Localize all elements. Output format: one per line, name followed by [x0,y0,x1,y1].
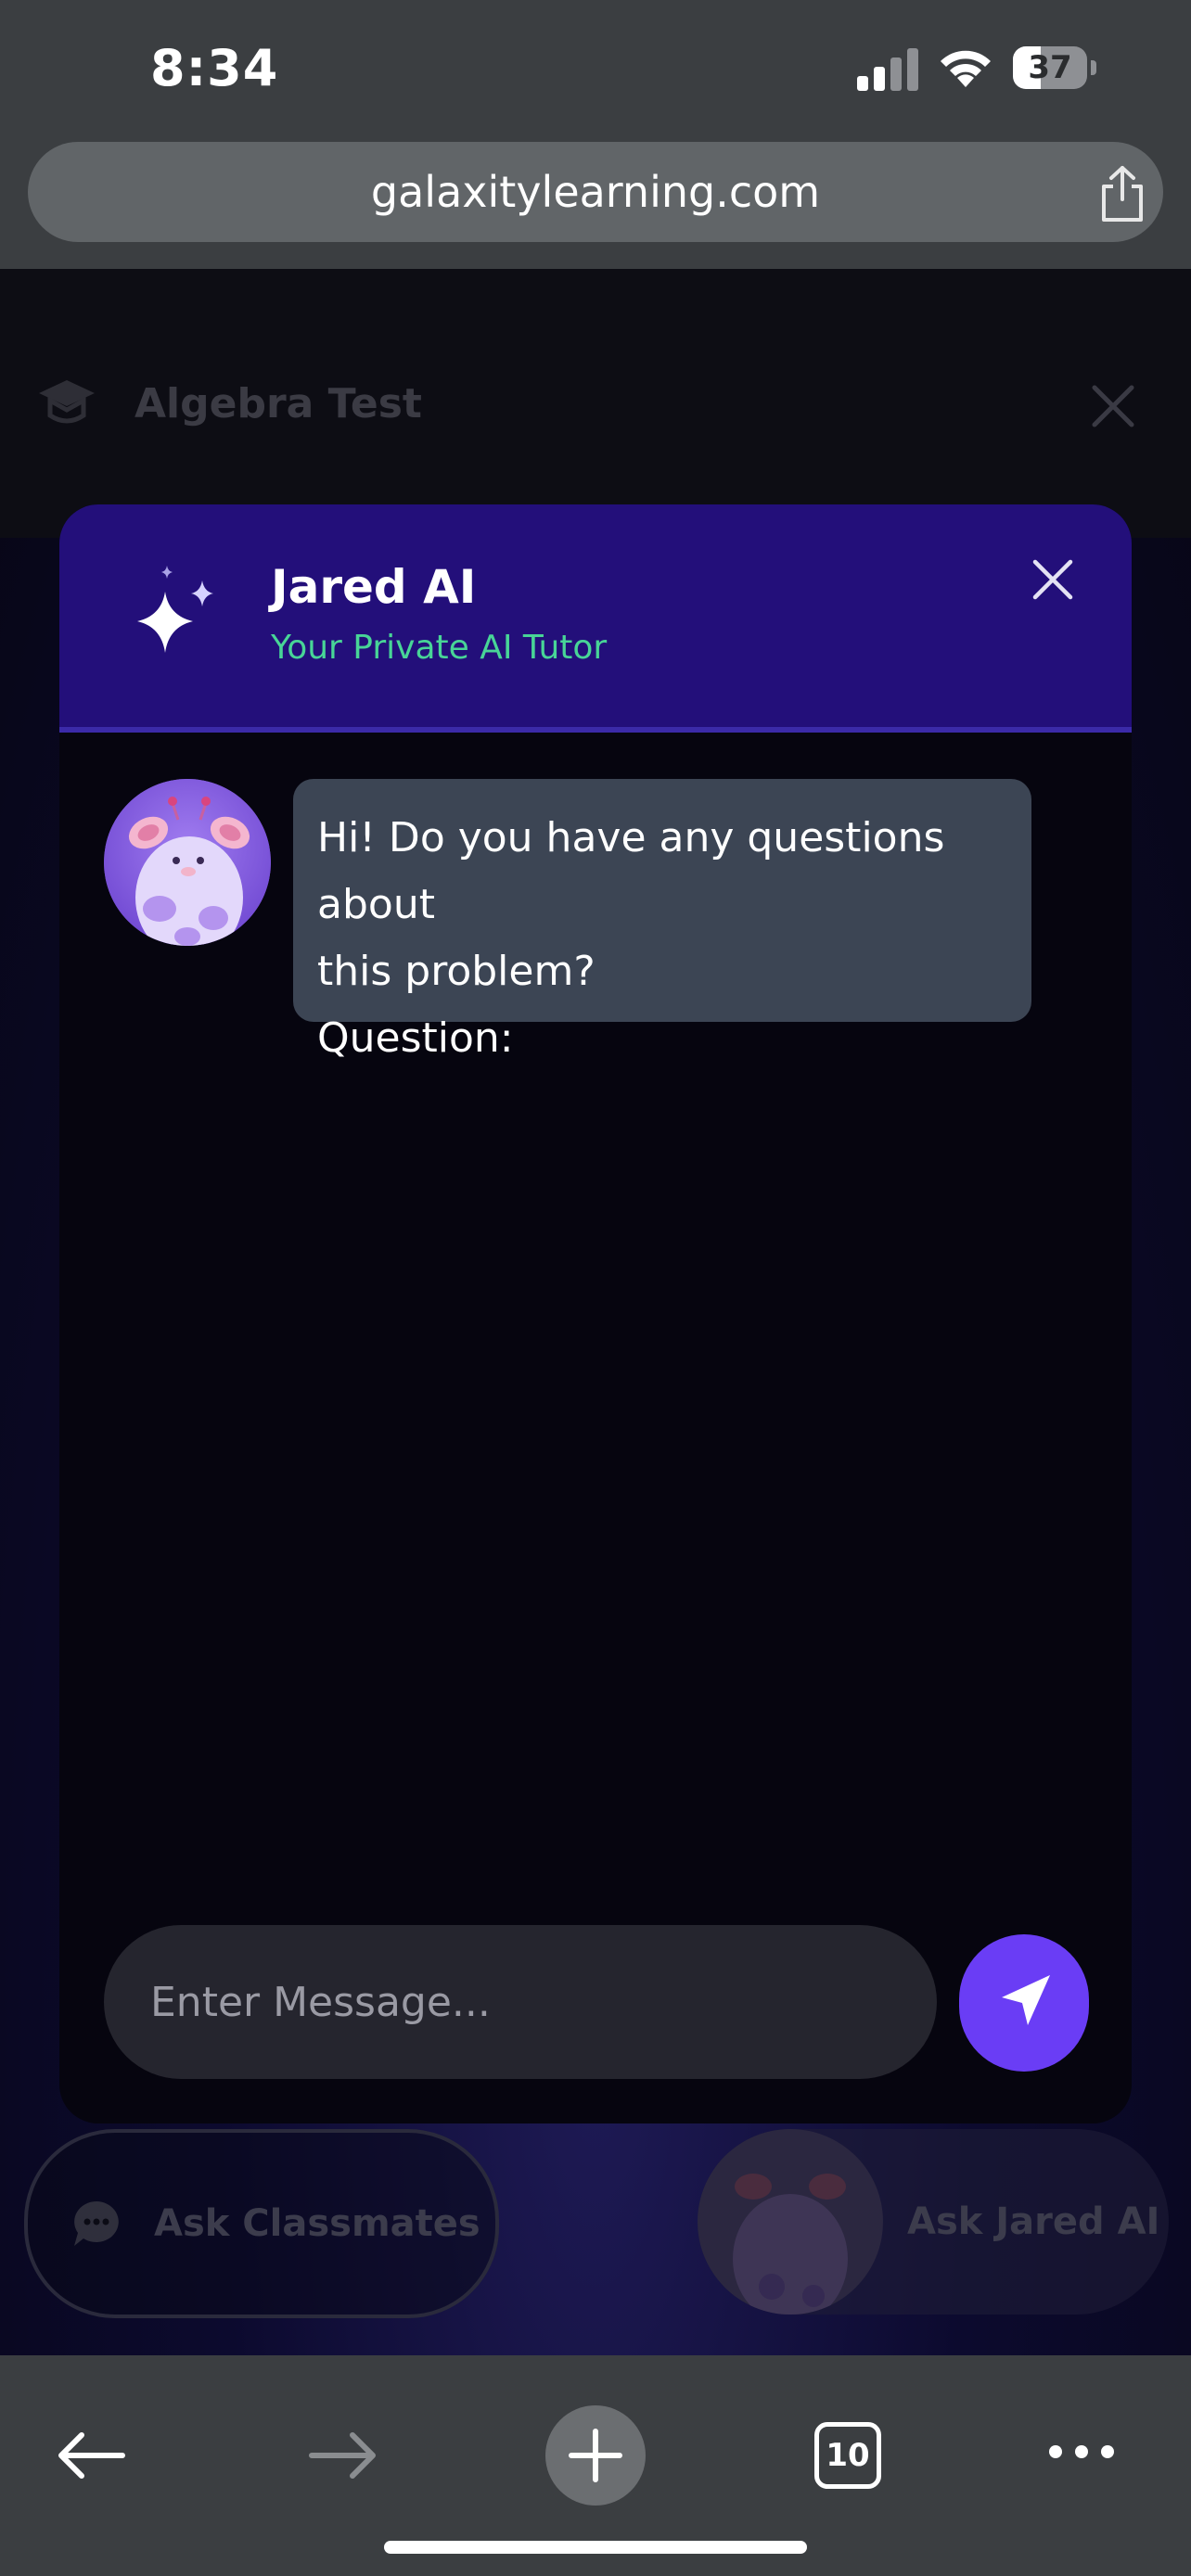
home-indicator [384,2541,807,2554]
browser-address-area: galaxitylearning.com [0,134,1191,269]
send-icon [1002,1975,1050,2025]
new-tab-button[interactable] [545,2405,646,2506]
signal-icon [857,48,918,91]
chat-bubble-icon [74,2201,119,2246]
message-line: Hi! Do you have any questions about [317,814,945,928]
page-title: Algebra Test [134,380,422,427]
ask-jared-button[interactable]: Ask Jared AI [698,2129,1169,2315]
message-input[interactable] [104,1925,937,2079]
tabs-button[interactable]: 10 [814,2422,881,2489]
close-icon[interactable] [1087,380,1139,432]
forward-arrow-icon[interactable] [306,2428,380,2483]
page-header: Algebra Test [0,269,1191,538]
battery-level: 37 [1028,49,1072,86]
clock: 8:34 [150,39,279,97]
ask-jared-label: Ask Jared AI [907,2200,1160,2243]
send-button[interactable] [959,1934,1089,2072]
url-text[interactable]: galaxitylearning.com [28,142,1163,242]
chat-header: Jared AI Your Private AI Tutor [59,504,1132,733]
close-icon[interactable] [1030,556,1076,603]
ask-classmates-label: Ask Classmates [154,2202,480,2245]
battery-icon: 37 [1013,46,1098,89]
jared-avatar-small [698,2129,883,2315]
share-icon[interactable] [1095,164,1150,223]
plus-icon [569,2429,622,2482]
status-bar: 8:34 37 [0,0,1191,134]
message-line: this problem? [317,948,596,995]
chat-message-bubble: Hi! Do you have any questions about this… [293,779,1031,1062]
more-icon[interactable] [1046,2441,1117,2463]
back-arrow-icon[interactable] [54,2428,128,2483]
graduation-cap-icon [39,380,95,424]
message-line: Question: [317,1014,514,1062]
jared-avatar [104,779,271,946]
ask-classmates-button[interactable]: Ask Classmates [24,2129,499,2318]
chat-modal: Jared AI Your Private AI Tutor Hi! Do yo… [59,504,1132,2123]
chat-subtitle: Your Private AI Tutor [271,629,608,667]
wifi-icon [941,50,991,87]
sparkle-icon [137,566,213,653]
chat-title: Jared AI [271,560,477,614]
address-bar[interactable]: galaxitylearning.com [28,142,1163,242]
